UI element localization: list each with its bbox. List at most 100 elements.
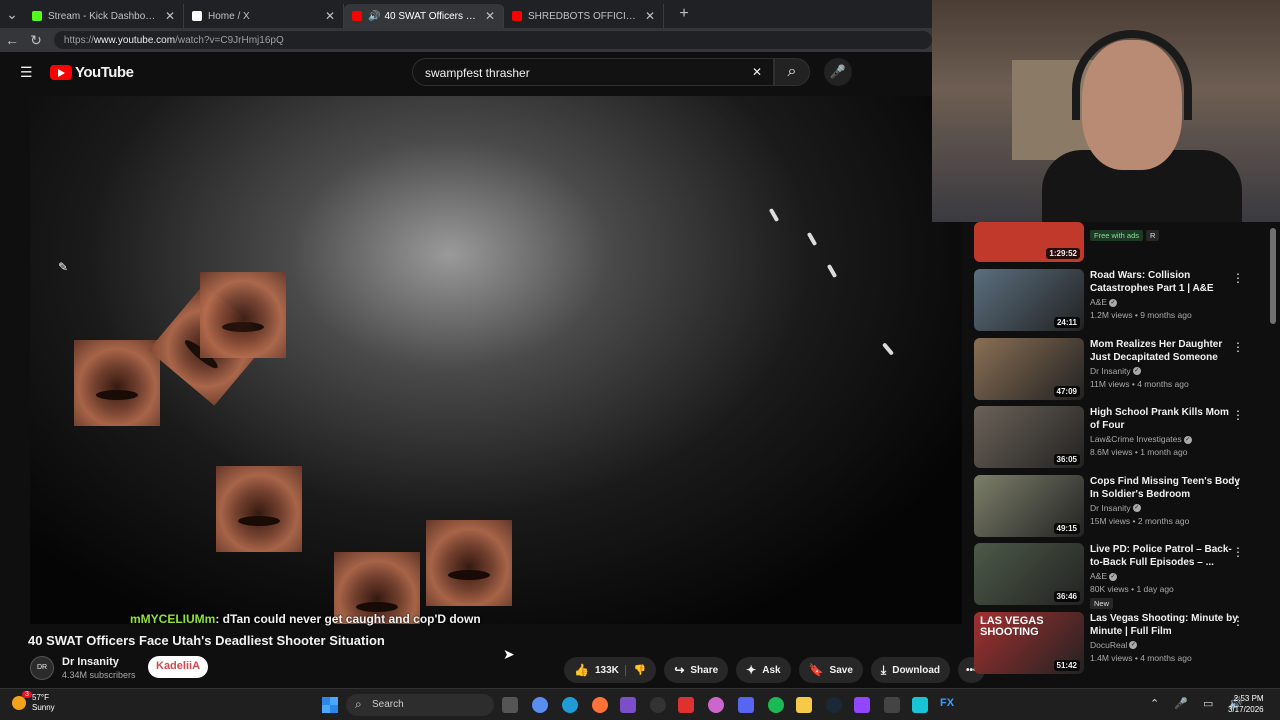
clock[interactable]: 2:53 PM 3/17/2026	[1228, 693, 1264, 715]
back-button[interactable]: ←	[0, 32, 24, 48]
video-thumbnail[interactable]: LAS VEGAS SHOOTING 51:42	[974, 611, 1084, 674]
recommendation-title[interactable]: Road Wars: Collision Catastrophes Part 1…	[1090, 269, 1240, 295]
recommendation-channel[interactable]: Law&Crime Investigates ✓	[1090, 434, 1192, 444]
reload-button[interactable]: ↻	[24, 32, 48, 49]
video-thumbnail[interactable]: 1:29:52	[974, 222, 1084, 262]
mic-icon[interactable]: 🎤	[824, 58, 852, 86]
more-options-icon[interactable]: ⋮	[1232, 408, 1244, 422]
recommendation-item[interactable]: 24:11 Road Wars: Collision Catastrophes P…	[974, 269, 1264, 333]
video-thumbnail[interactable]: 49:15	[974, 474, 1084, 537]
more-options-icon[interactable]: ⋮	[1232, 545, 1244, 559]
more-options-icon[interactable]: ⋮	[1232, 477, 1244, 491]
kick-icon	[32, 11, 42, 21]
recommendation-title[interactable]: Cops Find Missing Teen's Body In Soldier…	[1090, 475, 1240, 501]
task-view-icon[interactable]	[502, 697, 518, 713]
app-icon[interactable]	[620, 697, 636, 713]
steam-icon[interactable]	[826, 697, 842, 713]
sun-icon	[12, 696, 26, 710]
video-thumbnail[interactable]: 36:05	[974, 406, 1084, 468]
close-tab-icon[interactable]: ✕	[485, 9, 495, 23]
file-explorer-icon[interactable]	[796, 697, 812, 713]
ask-button[interactable]: ✦ Ask	[736, 657, 791, 683]
edge-icon[interactable]	[562, 697, 578, 713]
search-input[interactable]: swampfest thrasher	[412, 58, 774, 86]
recommendation-item[interactable]: LAS VEGAS SHOOTING 51:42 Las Vegas Shootin…	[974, 611, 1264, 676]
url-field[interactable]: https://www.youtube.com/watch?v=C9JrHmj1…	[53, 31, 933, 49]
menu-icon[interactable]: ☰	[20, 64, 33, 81]
url-host: www.youtube.com	[93, 34, 176, 46]
save-button[interactable]: 🔖 Save	[798, 657, 863, 683]
discord-icon[interactable]	[738, 697, 754, 713]
sidebar-scrollbar[interactable]	[1270, 222, 1276, 686]
tab-label: 40 SWAT Officers Face Utah's	[384, 10, 478, 22]
recommendation-title[interactable]: Las Vegas Shooting: Minute by Minute | F…	[1090, 612, 1240, 638]
overlay-emote	[74, 340, 160, 426]
video-thumbnail[interactable]: 47:09	[974, 337, 1084, 400]
app-icon[interactable]	[912, 697, 928, 713]
overlay-emote	[200, 272, 286, 358]
recommendation-channel[interactable]: A&E ✓	[1090, 297, 1118, 307]
recommendation-partial[interactable]: 1:29:52 Free with ads R	[974, 222, 1264, 266]
recommendation-channel[interactable]: A&E ✓	[1090, 571, 1118, 581]
recommendation-channel[interactable]: DocuReal ✓	[1090, 640, 1138, 650]
share-label: Share	[690, 664, 719, 676]
free-with-ads-tag: Free with ads	[1090, 230, 1144, 241]
headphones	[1072, 30, 1192, 120]
tab-list-button[interactable]: ⌄	[0, 6, 24, 23]
close-tab-icon[interactable]: ✕	[645, 9, 655, 23]
dislike-icon[interactable]: 👎	[624, 664, 646, 676]
weather-condition: Sunny	[32, 703, 55, 712]
recommendation-channel[interactable]: Dr Insanity ✓	[1090, 366, 1141, 376]
weather-widget[interactable]: 57°F Sunny	[12, 693, 55, 713]
video-player[interactable]: ✎	[30, 96, 962, 624]
close-tab-icon[interactable]: ✕	[165, 9, 175, 23]
like-button[interactable]: 👍 133K 👎	[564, 657, 657, 683]
youtube-icon	[352, 11, 362, 21]
browser-tab[interactable]: 🔊40 SWAT Officers Face Utah's ✕	[344, 4, 504, 28]
recommendation-title[interactable]: High School Prank Kills Mom of Four	[1090, 406, 1240, 432]
video-thumbnail[interactable]: 24:11	[974, 269, 1084, 331]
firefox-icon[interactable]	[592, 697, 608, 713]
verified-icon: ✓	[1132, 504, 1141, 513]
search-button[interactable]: ⌕	[774, 58, 810, 86]
obs-icon[interactable]	[650, 697, 666, 713]
duration-badge: 24:11	[1053, 317, 1080, 328]
app-icon[interactable]	[678, 697, 694, 713]
youtube-logo[interactable]: YouTube	[50, 64, 134, 81]
recommendation-item[interactable]: 49:15 Cops Find Missing Teen's Body In So…	[974, 474, 1264, 539]
browser-tab[interactable]: Stream - Kick Dashboard ✕	[24, 4, 184, 28]
app-icon[interactable]	[854, 697, 870, 713]
youtube-icon	[512, 11, 522, 21]
more-options-icon[interactable]: ⋮	[1232, 614, 1244, 628]
itunes-icon[interactable]	[708, 697, 724, 713]
recommendation-channel[interactable]: Dr Insanity ✓	[1090, 503, 1141, 513]
spotify-icon[interactable]	[768, 697, 784, 713]
recommendation-item[interactable]: 36:46 Live PD: Police Patrol – Back-to-Ba…	[974, 543, 1264, 609]
windows-start-icon[interactable]	[322, 697, 338, 713]
scrollbar-thumb[interactable]	[1270, 228, 1276, 324]
fx-icon[interactable]: FX	[940, 697, 956, 713]
video-thumbnail[interactable]: 36:46	[974, 543, 1084, 605]
cursor-icon: ✎	[58, 260, 69, 274]
share-button[interactable]: ↪ Share	[664, 657, 729, 683]
channel-avatar[interactable]: DR	[30, 656, 54, 680]
browser-tab[interactable]: Home / X ✕	[184, 4, 344, 28]
download-label: Download	[892, 664, 940, 676]
recommendation-item[interactable]: 47:09 Mom Realizes Her Daughter Just Deca…	[974, 337, 1264, 402]
more-options-icon[interactable]: ⋮	[1232, 340, 1244, 354]
recommendation-title[interactable]: Live PD: Police Patrol – Back-to-Back Fu…	[1090, 543, 1240, 569]
close-tab-icon[interactable]: ✕	[325, 9, 335, 23]
more-options-icon[interactable]: ⋮	[1232, 271, 1244, 285]
recommendation-title[interactable]: Mom Realizes Her Daughter Just Decapitat…	[1090, 338, 1240, 364]
copilot-icon[interactable]	[532, 697, 548, 713]
browser-tab[interactable]: SHREDBOTS OFFICIAL - YouTube ✕	[504, 4, 664, 28]
channel-name[interactable]: Dr Insanity	[62, 656, 136, 668]
new-tab-button[interactable]: +	[672, 5, 696, 23]
duration-badge: 47:09	[1053, 385, 1080, 397]
clear-search-icon[interactable]: ✕	[752, 65, 762, 79]
taskbar-search[interactable]: Search	[346, 694, 494, 716]
app-icon[interactable]	[884, 697, 900, 713]
download-button[interactable]: ⤓ Download	[870, 657, 950, 683]
x-icon	[192, 11, 202, 21]
recommendation-item[interactable]: 36:05 High School Prank Kills Mom of Four…	[974, 406, 1264, 470]
